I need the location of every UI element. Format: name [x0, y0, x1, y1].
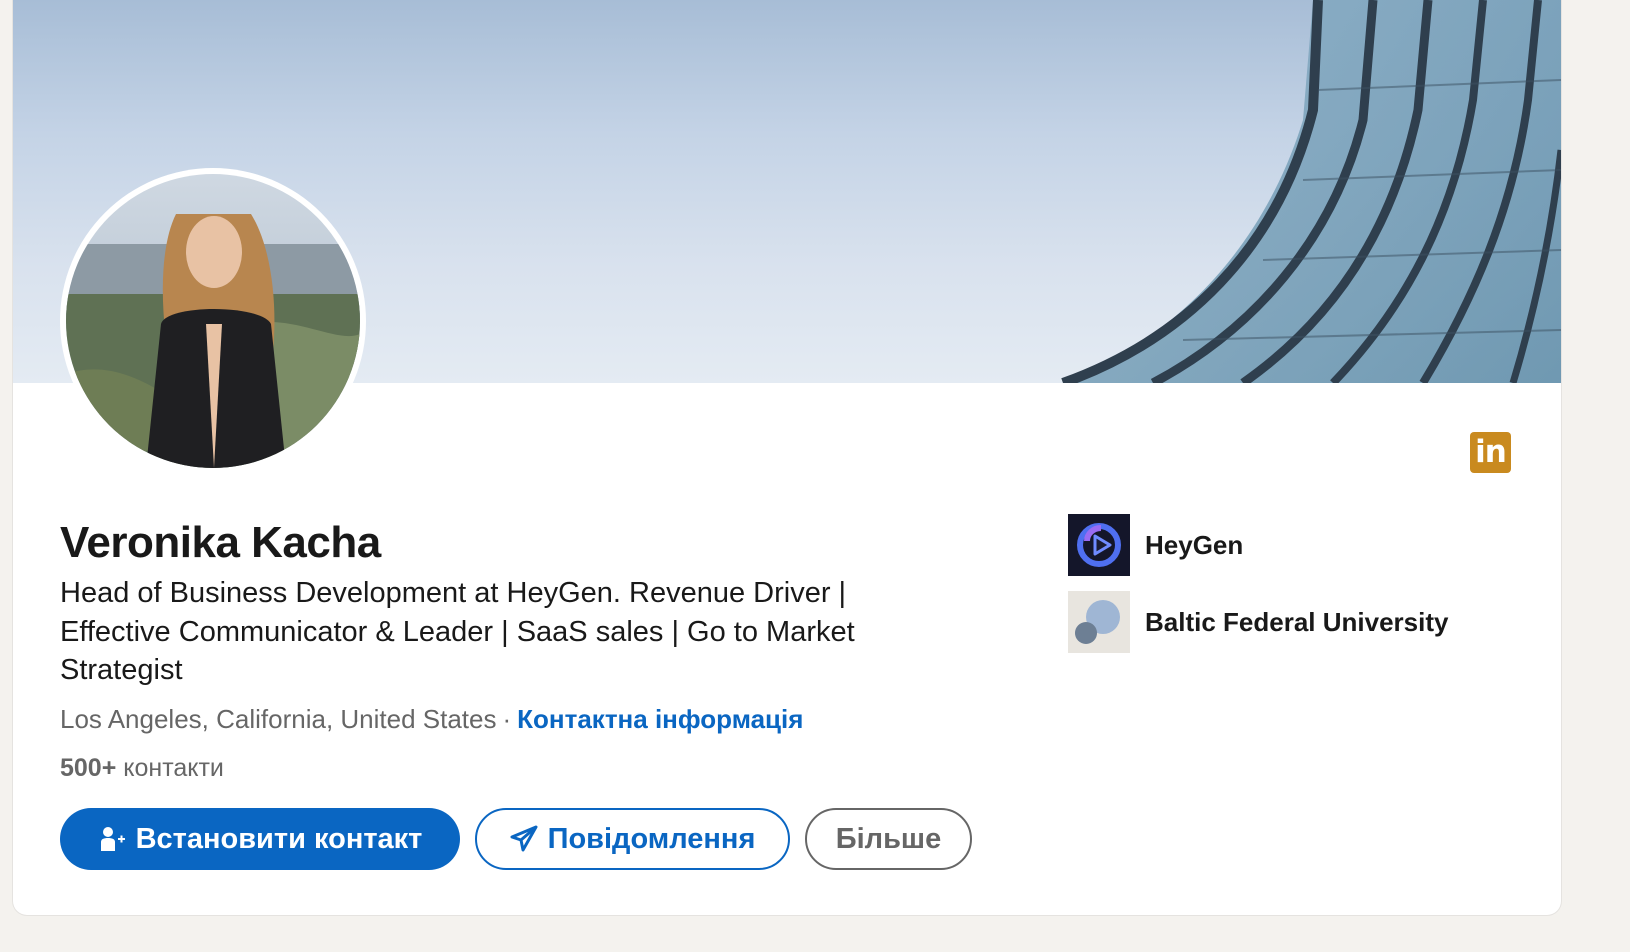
university-logo-icon — [1068, 591, 1130, 653]
heygen-logo-icon — [1068, 514, 1130, 576]
more-button-label: Більше — [835, 822, 942, 855]
organization-item-heygen[interactable]: HeyGen — [1068, 514, 1243, 576]
organization-item-university[interactable]: Baltic Federal University — [1068, 591, 1448, 653]
profile-headline: Head of Business Development at HeyGen. … — [60, 577, 855, 686]
connections-label: контакти — [123, 754, 224, 782]
contact-info-link[interactable]: Контактна інформація — [517, 704, 803, 734]
profile-location: Los Angeles, California, United States — [60, 704, 497, 734]
profile-name: Veronika Kacha — [60, 518, 381, 567]
connect-button-label: Встановити контакт — [135, 822, 423, 855]
add-person-icon — [98, 825, 126, 853]
avatar-photo — [66, 174, 360, 468]
organization-name: HeyGen — [1145, 529, 1244, 560]
connections-count[interactable]: 500+ контакти — [60, 754, 224, 783]
location-line: Los Angeles, California, United States · К… — [60, 704, 803, 735]
organization-name: Baltic Federal University — [1145, 606, 1449, 637]
connections-number: 500+ — [60, 754, 117, 782]
profile-avatar[interactable] — [60, 168, 366, 474]
separator-dot: · — [502, 704, 512, 734]
paper-plane-icon — [510, 825, 538, 853]
more-button[interactable]: Більше — [805, 808, 972, 870]
message-button-label: Повідомлення — [547, 822, 756, 855]
profile-card: in Veronika Kacha Head of Business Devel… — [13, 0, 1561, 915]
message-button[interactable]: Повідомлення — [475, 808, 790, 870]
connect-button[interactable]: Встановити контакт — [60, 808, 460, 870]
linkedin-badge-icon[interactable]: in — [1470, 432, 1511, 473]
